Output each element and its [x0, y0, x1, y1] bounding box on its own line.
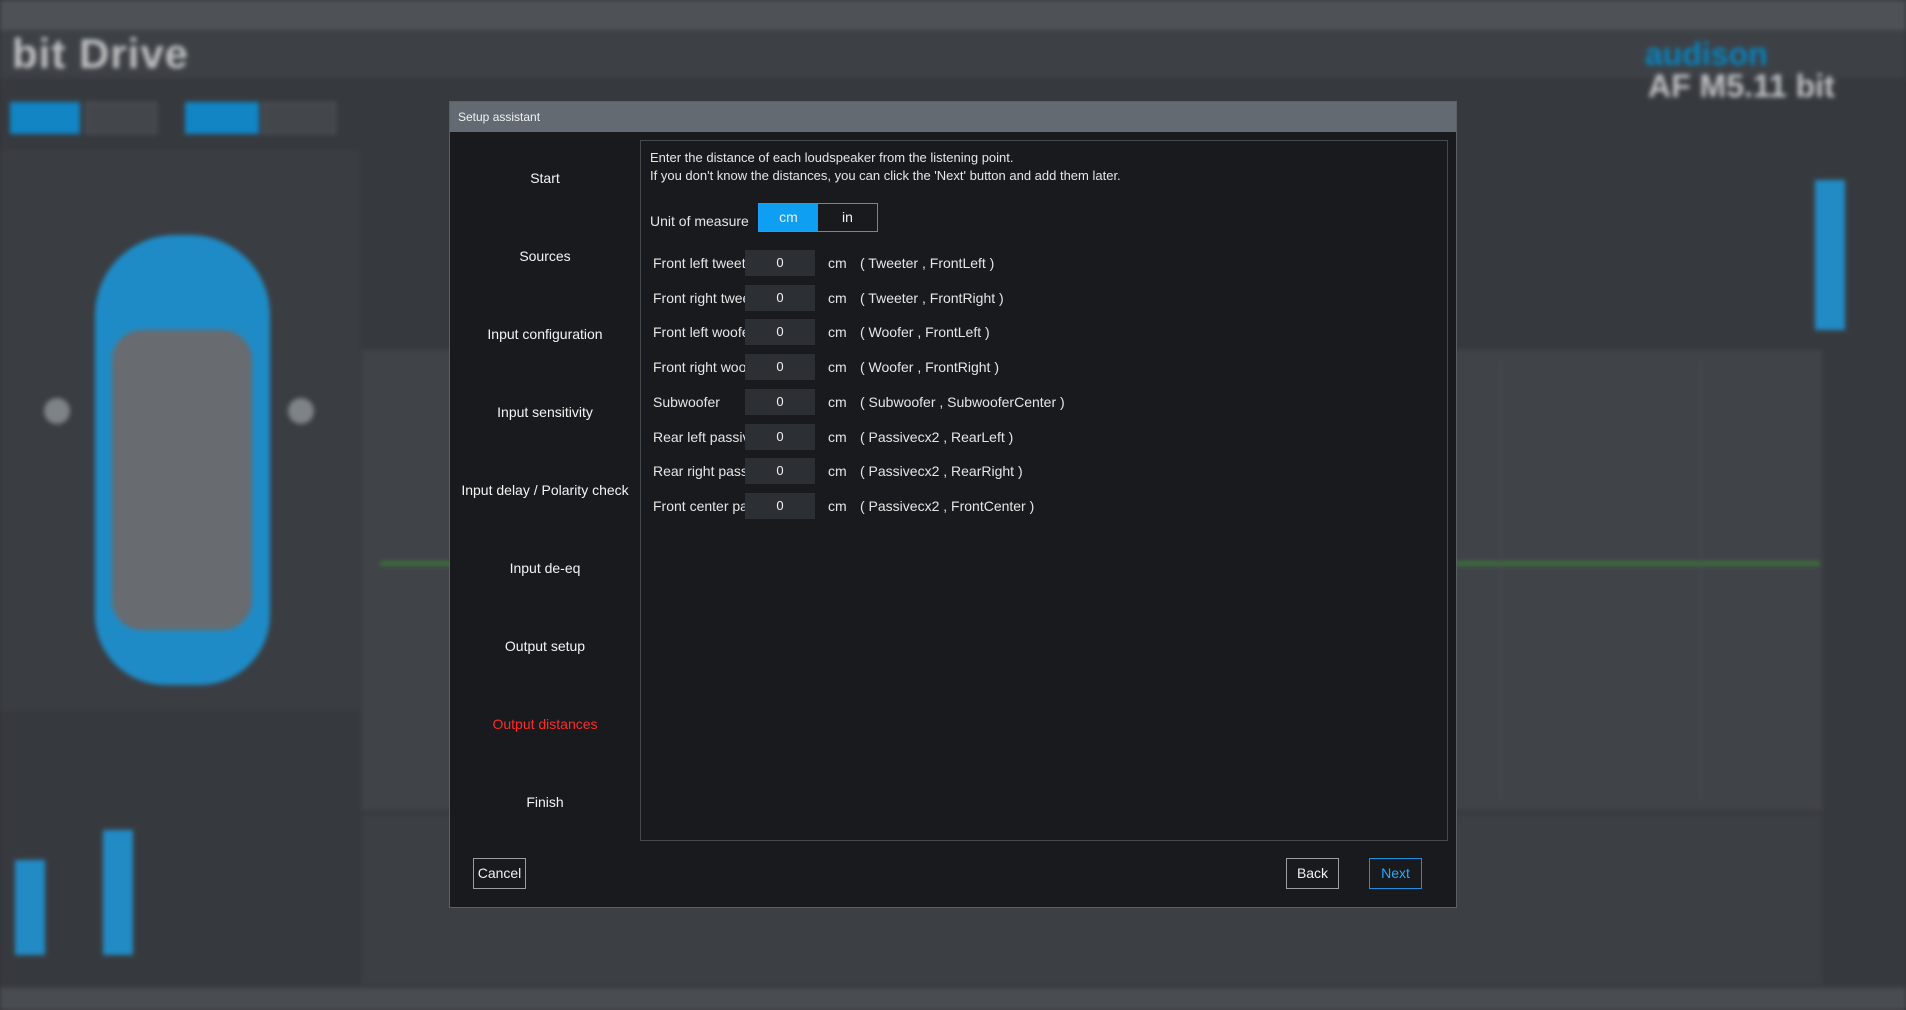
output-description: ( Woofer , FrontRight ) — [860, 359, 1000, 376]
output-name: Front left woofe — [653, 324, 748, 341]
output-name: Front left tweet — [653, 255, 746, 271]
wizard-step-input-sensitivity[interactable]: Input sensitivity — [450, 404, 640, 420]
wizard-steps: Start Sources Input configuration Input sen… — [450, 132, 640, 832]
distance-unit: cm — [828, 359, 847, 376]
next-button[interactable]: Next — [1369, 858, 1422, 889]
cancel-button[interactable]: Cancel — [473, 858, 526, 889]
wizard-step-input-delay-polarity-check[interactable]: Input delay / Polarity check — [450, 482, 640, 498]
output-description: ( Tweeter , FrontLeft ) — [860, 255, 995, 271]
dialog-title: Setup assistant — [450, 102, 1456, 132]
distance-input[interactable] — [745, 492, 815, 519]
back-button[interactable]: Back — [1286, 858, 1339, 889]
wizard-step-input-configuration[interactable]: Input configuration — [450, 326, 640, 342]
distance-input[interactable] — [745, 284, 815, 311]
distance-unit: cm — [828, 428, 847, 445]
wizard-step-finish[interactable]: Finish — [450, 794, 640, 810]
distance-unit: cm — [828, 393, 847, 410]
distance-row: Front left woofe cm ( Woofer , FrontLeft ) — [641, 319, 1441, 346]
distance-input[interactable] — [745, 458, 815, 485]
output-description: ( Passivecx2 , RearRight ) — [860, 463, 1023, 480]
distance-input[interactable] — [745, 354, 815, 381]
distance-row: Front center pas cm ( Passivecx2 , FrontCe… — [641, 492, 1441, 519]
distance-unit: cm — [828, 289, 847, 306]
distance-unit: cm — [828, 497, 847, 514]
distance-row: Front left tweet cm ( Tweeter , FrontLeft … — [641, 250, 1441, 276]
distance-input[interactable] — [745, 388, 815, 415]
wizard-step-sources[interactable]: Sources — [450, 248, 640, 264]
output-description: ( Tweeter , FrontRight ) — [860, 289, 1004, 306]
output-name: Front right woof — [653, 359, 748, 376]
distance-row: Front right woof cm ( Woofer , FrontRight … — [641, 354, 1441, 381]
wizard-step-input-de-eq[interactable]: Input de-eq — [450, 560, 640, 576]
output-distances-panel: Enter the distance of each loudspeaker f… — [640, 140, 1448, 841]
instruction-line-2: If you don't know the distances, you can… — [650, 168, 1121, 183]
wizard-step-output-distances[interactable]: Output distances — [450, 716, 640, 732]
output-description: ( Passivecx2 , RearLeft ) — [860, 428, 1014, 445]
distance-unit: cm — [828, 324, 847, 341]
output-description: ( Subwoofer , SubwooferCenter ) — [860, 393, 1065, 410]
distance-input[interactable] — [745, 423, 815, 450]
distance-input[interactable] — [745, 250, 815, 276]
instruction-line-1: Enter the distance of each loudspeaker f… — [650, 150, 1014, 165]
unit-option-cm[interactable]: cm — [759, 204, 818, 231]
output-name: Rear right passi — [653, 463, 748, 480]
output-name: Rear left passiv — [653, 428, 748, 445]
distance-input[interactable] — [745, 319, 815, 346]
wizard-step-start[interactable]: Start — [450, 170, 640, 186]
unit-option-in[interactable]: in — [818, 204, 877, 231]
distance-row: Rear right passi cm ( Passivecx2 , RearRig… — [641, 458, 1441, 485]
output-description: ( Passivecx2 , FrontCenter ) — [860, 497, 1035, 514]
wizard-step-output-setup[interactable]: Output setup — [450, 638, 640, 654]
unit-of-measure-toggle: cm in — [758, 203, 878, 232]
distance-unit: cm — [828, 255, 847, 271]
output-description: ( Woofer , FrontLeft ) — [860, 324, 990, 341]
output-name: Front right twee — [653, 289, 748, 306]
output-name: Front center pas — [653, 497, 748, 514]
unit-of-measure-label: Unit of measure — [650, 213, 749, 229]
distance-row: Rear left passiv cm ( Passivecx2 , RearLef… — [641, 423, 1441, 450]
setup-assistant-dialog: Setup assistant Start Sources Input config… — [449, 101, 1457, 908]
distance-row: Front right twee cm ( Tweeter , FrontRight… — [641, 284, 1441, 311]
distance-unit: cm — [828, 463, 847, 480]
distance-row: Subwoofer cm ( Subwoofer , SubwooferCenter… — [641, 388, 1441, 415]
output-name: Subwoofer — [653, 393, 720, 410]
